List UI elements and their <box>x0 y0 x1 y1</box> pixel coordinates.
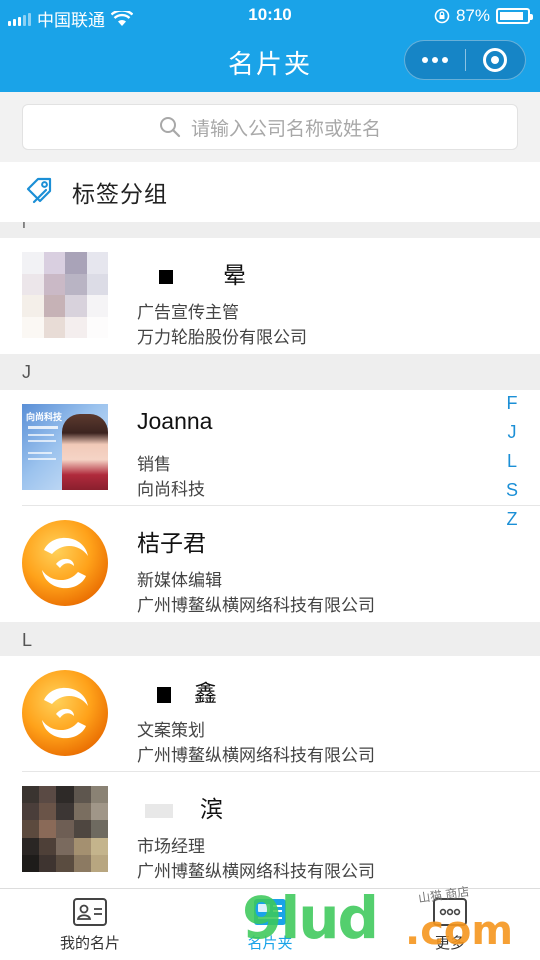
contact-title: 广告宣传主管 <box>137 303 239 322</box>
avatar <box>22 786 108 872</box>
search-icon <box>159 117 181 138</box>
tab-bar: 我的名片 名片夹 更多 <box>0 888 540 960</box>
status-right: 87% <box>434 6 533 26</box>
section-header-j: J <box>0 354 540 390</box>
tab-more[interactable]: 更多 <box>360 889 540 960</box>
status-bar: 中国联通 10:10 87% <box>0 0 540 32</box>
contact-name-text: 鑫 <box>171 680 217 706</box>
tab-my-card[interactable]: 我的名片 <box>0 889 180 960</box>
contact-title: 市场经理 <box>137 837 205 856</box>
card-holder-icon <box>254 898 286 925</box>
section-header-i: I <box>0 222 540 238</box>
business-card-image: 向尚科技 <box>22 404 108 490</box>
search-placeholder: 请输入公司名称或姓名 <box>190 118 381 140</box>
avatar <box>22 670 108 756</box>
tag-icon <box>26 177 52 204</box>
mini-program-capsule <box>404 40 526 80</box>
index-letter-l[interactable]: L <box>507 450 517 473</box>
contact-card-item[interactable]: 向尚科技 Joanna 销售 向尚科技 <box>0 390 540 506</box>
contact-card-item[interactable]: 鑫 文案策划 广州博鳌纵横网络科技有限公司 <box>0 656 540 772</box>
contact-name: 桔子君 <box>137 530 206 556</box>
redaction-block <box>145 803 173 818</box>
company-logo-icon <box>22 670 108 756</box>
contact-title: 文案策划 <box>137 721 205 740</box>
contact-company: 广州博鳌纵横网络科技有限公司 <box>137 862 375 881</box>
section-letter: L <box>22 629 33 650</box>
battery-icon <box>496 8 533 24</box>
company-logo-icon <box>22 520 108 606</box>
search-area: 请输入公司名称或姓名 <box>0 92 540 162</box>
tag-group-row[interactable]: 标签分组 <box>0 162 540 222</box>
index-letter-z[interactable]: Z <box>507 508 518 531</box>
contact-title: 销售 <box>137 455 171 474</box>
contact-company: 万力轮胎股份有限公司 <box>137 328 307 347</box>
contact-company: 广州博鳌纵横网络科技有限公司 <box>137 596 375 615</box>
target-icon <box>483 48 508 72</box>
contact-name-text: 晕 <box>177 262 246 288</box>
contact-card-item[interactable]: 滨 市场经理 广州博鳌纵横网络科技有限公司 <box>0 772 540 888</box>
card-company-text: 向尚科技 <box>26 412 63 422</box>
more-menu-button[interactable] <box>405 41 465 79</box>
tab-label: 更多 <box>434 934 465 952</box>
section-header-l: L <box>0 622 540 658</box>
alphabet-index: F J L S Z <box>502 392 522 531</box>
close-mini-program-button[interactable] <box>465 41 525 79</box>
contact-name: Joanna <box>137 408 213 434</box>
redaction-block <box>157 686 171 703</box>
index-letter-f[interactable]: F <box>507 392 518 415</box>
contact-name-text: 滨 <box>177 796 223 822</box>
avatar <box>22 252 108 338</box>
nav-bar: 名片夹 <box>0 32 540 92</box>
avatar <box>22 520 108 606</box>
contact-card-item[interactable]: 晕 广告宣传主管 万力轮胎股份有限公司 <box>0 238 540 354</box>
contact-name: 滨 <box>137 790 223 824</box>
battery-percent: 87% <box>455 6 490 25</box>
index-letter-j[interactable]: J <box>508 421 517 444</box>
portrait <box>62 414 108 490</box>
contact-company: 向尚科技 <box>137 480 205 499</box>
contact-card-item[interactable]: 桔子君 新媒体编辑 广州博鳌纵横网络科技有限公司 <box>0 506 540 622</box>
section-letter: J <box>22 361 31 382</box>
contact-name: 晕 <box>137 256 246 290</box>
tab-label: 我的名片 <box>59 934 120 952</box>
rotation-lock-icon <box>434 8 450 24</box>
redaction-block <box>159 269 173 284</box>
contact-name: 鑫 <box>137 674 217 708</box>
search-input[interactable]: 请输入公司名称或姓名 <box>22 104 518 150</box>
contact-company: 广州博鳌纵横网络科技有限公司 <box>137 746 375 765</box>
more-icon <box>433 897 467 926</box>
tab-label: 名片夹 <box>247 934 293 952</box>
tag-group-label: 标签分组 <box>72 181 168 207</box>
id-card-icon <box>73 897 107 926</box>
section-letter: I <box>22 222 26 231</box>
contact-title: 新媒体编辑 <box>137 571 222 590</box>
tab-card-holder[interactable]: 名片夹 <box>180 889 360 960</box>
index-letter-s[interactable]: S <box>506 479 518 502</box>
